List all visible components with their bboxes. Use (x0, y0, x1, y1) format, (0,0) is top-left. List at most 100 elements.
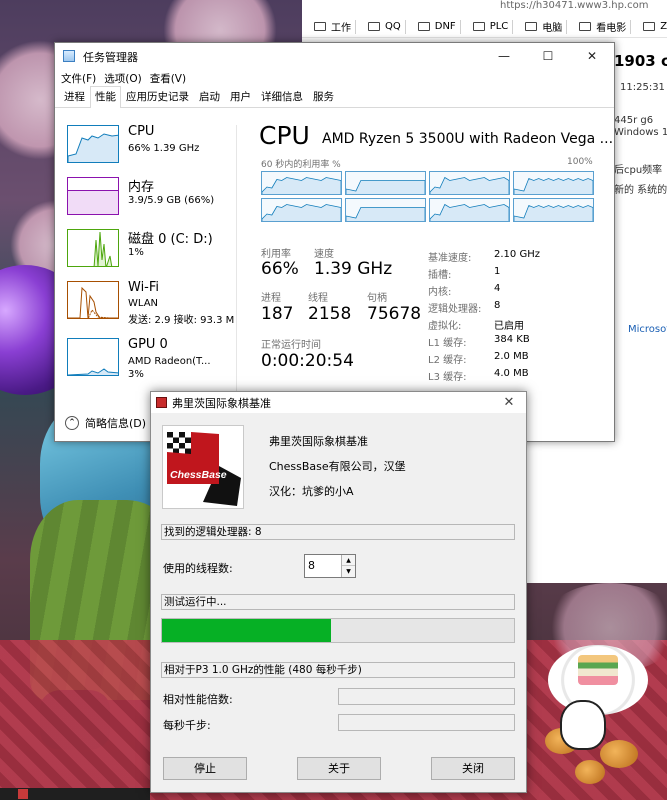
sidebar-item-memory[interactable]: 内存 3.9/5.9 GB (66%) (67, 177, 237, 223)
bookmark-qq[interactable]: QQ (368, 19, 406, 34)
page-text: 新的 系统的 (614, 185, 667, 196)
found-processors-box: 找到的逻辑处理器: 8 (161, 524, 515, 540)
info-key: L2 缓存: (428, 355, 467, 366)
bookmark-dnf[interactable]: DNF (417, 19, 461, 34)
tab-services[interactable]: 服务 (308, 86, 339, 107)
handles-label: 句柄 (367, 293, 387, 304)
taskbar-app-icon[interactable] (18, 789, 28, 799)
info-value: 1 (494, 266, 501, 277)
info-value: 4.0 MB (494, 368, 529, 379)
progress-fill (162, 619, 331, 642)
wifi-mini-graph (67, 281, 119, 319)
sidebar-item-gpu[interactable]: GPU 0 AMD Radeon(T... 3% (67, 337, 237, 384)
tab-app-history[interactable]: 应用历史记录 (121, 86, 194, 107)
info-value: 8 (494, 300, 501, 311)
tab-users[interactable]: 用户 (225, 86, 256, 107)
tab-startup[interactable]: 启动 (194, 86, 225, 107)
chessbase-icon (156, 397, 167, 408)
page-title: 1903 c (614, 52, 667, 70)
fewer-details-button[interactable]: ⌃ 简略信息(D) (65, 415, 146, 431)
tab-processes[interactable]: 进程 (59, 86, 90, 107)
bookmark-ze[interactable]: ZE (643, 21, 667, 32)
sidebar-sub: 66% 1.39 GHz (128, 143, 200, 154)
progress-bar (161, 618, 515, 643)
threads-value: 2158 (308, 304, 352, 324)
sidebar-name: 内存 (128, 180, 155, 195)
folder-icon (525, 22, 538, 31)
maximize-button[interactable]: ☐ (526, 43, 570, 69)
cpu-heading: CPU (259, 121, 310, 150)
core-graph (261, 198, 342, 222)
sidebar-item-cpu[interactable]: CPU 66% 1.39 GHz (67, 124, 237, 171)
close-icon[interactable]: ✕ (496, 393, 522, 412)
performance-ratio-label: 相对性能倍数: (163, 693, 233, 706)
wallpaper-pastry (575, 760, 605, 784)
sidebar-name: 磁盘 0 (C: D:) (128, 232, 213, 247)
tab-details[interactable]: 详细信息 (256, 86, 308, 107)
gpu-mini-graph (67, 338, 119, 376)
minimize-button[interactable]: — (482, 43, 526, 69)
utilization-value: 66% (261, 259, 299, 279)
threads-value[interactable]: 8 (308, 559, 315, 572)
info-key: 基准速度: (428, 253, 472, 264)
page-link[interactable]: Microsoft (628, 324, 667, 335)
spin-up-icon[interactable]: ▲ (342, 555, 355, 566)
core-graph (513, 198, 594, 222)
info-value: 2.10 GHz (494, 249, 540, 260)
bookmark-movies[interactable]: 看电影 (579, 19, 632, 34)
folder-icon (472, 22, 485, 31)
wallpaper-pastry (600, 740, 638, 768)
menu-options[interactable]: 选项(O) (104, 71, 141, 86)
found-processors-text: 找到的逻辑处理器: 8 (164, 526, 262, 538)
folder-icon (314, 22, 326, 31)
sidebar-name: GPU 0 (128, 337, 168, 352)
memory-mini-graph (67, 177, 119, 215)
spin-buttons: ▲ ▼ (341, 555, 355, 577)
separator (512, 19, 514, 34)
status-box: 测试运行中... (161, 594, 515, 610)
processes-label: 进程 (261, 293, 281, 304)
info-key: 插槽: (428, 270, 452, 281)
task-manager-icon (63, 50, 75, 62)
chessbase-logo: ChessBase (162, 425, 244, 509)
menu-view[interactable]: 查看(V) (150, 71, 186, 86)
address-bar[interactable]: https://h30471.www3.hp.com (302, 0, 667, 14)
core-graph (429, 171, 510, 195)
menu-file[interactable]: 文件(F) (61, 71, 96, 86)
bookmark-computer[interactable]: 电脑 (525, 19, 568, 34)
window-title: 弗里茨国际象棋基准 (172, 397, 271, 410)
info-value: 已启用 (494, 321, 524, 332)
sidebar-item-disk[interactable]: 磁盘 0 (C: D:) 1% (67, 229, 237, 275)
speed-value: 1.39 GHz (314, 259, 393, 279)
sidebar-sub: AMD Radeon(T... (128, 356, 211, 367)
info-key: L1 缓存: (428, 338, 467, 349)
title-bar[interactable]: 任务管理器 — ☐ ✕ (55, 43, 614, 69)
sidebar-sub: 1% (128, 247, 144, 258)
tab-performance[interactable]: 性能 (90, 86, 121, 108)
stop-button[interactable]: 停止 (163, 757, 247, 780)
processes-value: 187 (261, 304, 294, 324)
info-value: 2.0 MB (494, 351, 529, 362)
core-graph (429, 198, 510, 222)
separator (630, 19, 632, 34)
page-text: 445r g6 (614, 115, 654, 126)
close-button[interactable]: ✕ (570, 43, 614, 69)
close-button[interactable]: 关闭 (431, 757, 515, 780)
sidebar-item-wifi[interactable]: Wi-Fi WLAN 发送: 2.9 接收: 93.3 M (67, 280, 237, 327)
about-button[interactable]: 关于 (297, 757, 381, 780)
title-bar[interactable]: 弗里茨国际象棋基准 ✕ (151, 392, 526, 413)
relative-performance-text: 相对于P3 1.0 GHz的性能 (480 每秒千步) (164, 664, 362, 676)
bookmark-plc[interactable]: PLC (472, 19, 514, 34)
info-key: 内核: (428, 287, 452, 298)
core-graph (345, 171, 426, 195)
spin-down-icon[interactable]: ▼ (342, 566, 355, 577)
core-graph (513, 171, 594, 195)
sidebar-sub: 3.9/5.9 GB (66%) (128, 195, 215, 206)
taskbar (0, 788, 150, 800)
disk-mini-graph (67, 229, 119, 267)
speed-label: 速度 (314, 249, 334, 260)
relative-performance-box: 相对于P3 1.0 GHz的性能 (480 每秒千步) (161, 662, 515, 678)
bookmark-work[interactable]: 工作 (314, 19, 356, 34)
threads-stepper[interactable]: 8 ▲ ▼ (304, 554, 356, 578)
info-key: 逻辑处理器: (428, 304, 482, 315)
